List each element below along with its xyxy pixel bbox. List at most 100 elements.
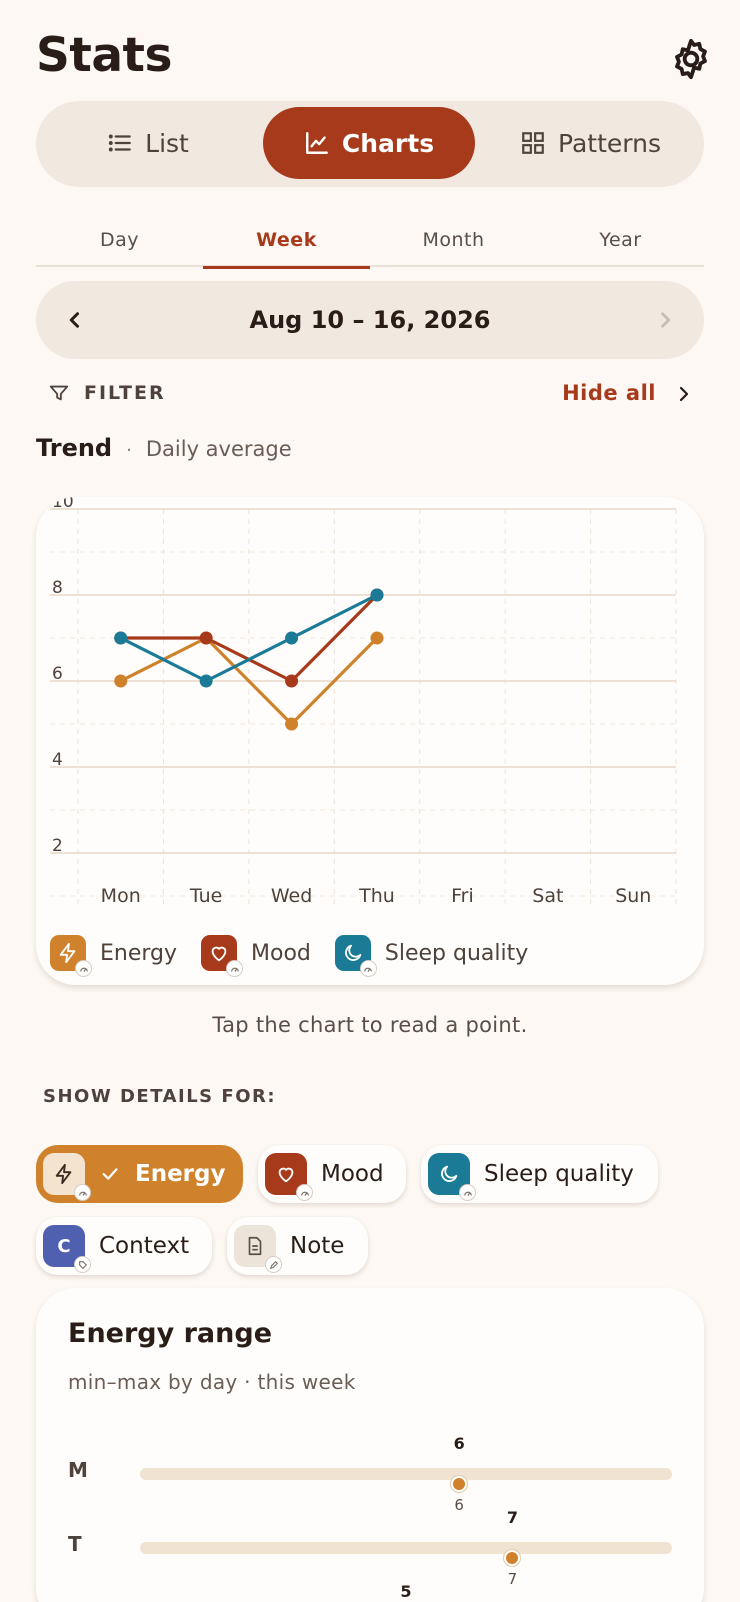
gauge-icon <box>459 1184 476 1201</box>
range-point[interactable] <box>504 1550 521 1566</box>
pencil-icon <box>265 1256 282 1273</box>
tab-year[interactable]: Year <box>537 213 704 267</box>
chart-icon <box>305 132 328 154</box>
chip-label: Context <box>99 1233 190 1259</box>
gauge-icon <box>75 960 92 977</box>
data-point <box>370 588 384 602</box>
range-track: 7 7 <box>140 1508 672 1588</box>
tab-day[interactable]: Day <box>36 213 203 267</box>
chip-energy[interactable]: Energy <box>36 1145 243 1203</box>
y-tick-label: 8 <box>52 578 63 598</box>
chevron-right-icon[interactable] <box>672 382 696 406</box>
legend-label: Sleep quality <box>384 940 529 966</box>
chip-label: Mood <box>321 1161 384 1187</box>
moon-icon <box>428 1153 476 1201</box>
filter-button[interactable]: FILTER <box>48 382 166 404</box>
gauge-icon <box>359 960 377 977</box>
chip-label: Sleep quality <box>484 1161 634 1187</box>
date-range-label: Aug 10 – 16, 2026 <box>249 306 491 334</box>
gauge-icon <box>74 1184 91 1201</box>
y-tick-label: 6 <box>52 664 63 684</box>
range-max-label: 7 <box>506 1508 518 1527</box>
period-tabs: Day Week Month Year <box>36 213 704 269</box>
energy-range-card: Energy range min–max by day · this week … <box>36 1288 704 1602</box>
data-point <box>285 631 299 645</box>
view-list-label: List <box>145 128 189 158</box>
energy-range-title: Energy range <box>68 1318 273 1349</box>
chart-hint: Tap the chart to read a point. <box>212 1013 528 1037</box>
heart-icon <box>265 1153 313 1201</box>
legend-mood[interactable]: Mood <box>201 935 311 977</box>
legend-label: Energy <box>100 940 178 966</box>
energy-range-subtitle: min–max by day · this week <box>68 1370 356 1394</box>
tab-week[interactable]: Week <box>203 213 370 269</box>
data-point <box>370 631 384 645</box>
x-tick-label: Wed <box>271 885 312 907</box>
x-tick-label: Sat <box>532 885 563 907</box>
gauge-icon <box>226 960 244 977</box>
view-charts-label: Charts <box>341 128 435 158</box>
gear-icon[interactable] <box>668 36 714 82</box>
date-range-navigator: Aug 10 – 16, 2026 <box>36 281 704 359</box>
gauge-icon <box>296 1184 313 1201</box>
data-point <box>199 674 213 688</box>
document-icon <box>234 1225 282 1273</box>
range-track: 6 6 <box>140 1434 672 1514</box>
view-charts-button[interactable]: Charts <box>263 107 475 179</box>
moon-icon <box>334 935 377 977</box>
data-point <box>199 631 213 645</box>
legend-sleep-quality[interactable]: Sleep quality <box>334 935 529 977</box>
view-list-button[interactable]: List <box>42 107 254 179</box>
details-heading: SHOW DETAILS FOR: <box>43 1086 277 1107</box>
range-point[interactable] <box>451 1476 468 1492</box>
y-tick-label: 2 <box>52 836 63 856</box>
x-tick-label: Sun <box>615 885 651 907</box>
chip-label: Note <box>290 1233 345 1259</box>
context-icon: C <box>43 1225 91 1273</box>
trend-title: Trend <box>36 434 113 462</box>
bolt-icon <box>50 935 92 977</box>
chart-legend: Energy Mood Sleep quality <box>50 935 529 977</box>
context-letter: C <box>57 1235 71 1257</box>
check-icon <box>102 1168 118 1180</box>
range-row: T 7 7 <box>36 1508 704 1588</box>
chip-note[interactable]: Note <box>227 1217 368 1275</box>
chip-sleep-quality[interactable]: Sleep quality <box>421 1145 658 1203</box>
trend-chart[interactable]: 2 4 6 8 10 Mon Tue Wed Thu Fri Sat Sun <box>36 497 704 937</box>
funnel-icon <box>49 385 69 401</box>
chip-mood[interactable]: Mood <box>258 1145 406 1203</box>
x-tick-label: Thu <box>358 885 395 907</box>
range-row: M 6 6 <box>36 1434 704 1514</box>
chevron-right-icon[interactable] <box>650 305 680 335</box>
heart-icon <box>201 935 244 977</box>
data-point <box>285 674 299 688</box>
bolt-icon <box>43 1153 91 1201</box>
x-tick-label: Fri <box>451 885 474 907</box>
view-patterns-label: Patterns <box>558 128 661 158</box>
range-day: M <box>68 1458 88 1482</box>
grid-icon <box>522 132 544 154</box>
tag-icon <box>74 1256 91 1273</box>
x-tick-label: Mon <box>101 885 141 907</box>
trend-chart-card[interactable]: 2 4 6 8 10 Mon Tue Wed Thu Fri Sat Sun Energy Mood … <box>36 497 704 985</box>
y-tick-label: 10 <box>52 497 74 512</box>
filter-label: FILTER <box>84 382 166 404</box>
list-icon <box>108 134 131 152</box>
range-max-label: 6 <box>453 1434 465 1453</box>
trend-subtitle: Daily average <box>145 437 292 461</box>
y-tick-label: 4 <box>52 750 63 770</box>
x-tick-label: Tue <box>189 885 222 907</box>
trend-separator: · <box>126 440 132 461</box>
data-point <box>114 631 128 645</box>
legend-energy[interactable]: Energy <box>50 935 178 977</box>
tab-month[interactable]: Month <box>370 213 537 267</box>
view-patterns-button[interactable]: Patterns <box>483 107 698 179</box>
filter-row: FILTER Hide all <box>48 378 704 412</box>
page-title: Stats <box>36 28 172 83</box>
range-min-label: 6 <box>454 1496 464 1514</box>
hide-all-button[interactable]: Hide all <box>562 381 656 405</box>
range-max-label: 5 <box>400 1582 412 1601</box>
series-line <box>119 593 379 683</box>
chip-context[interactable]: C Context <box>36 1217 212 1275</box>
trend-header: Trend · Daily average <box>36 434 292 462</box>
